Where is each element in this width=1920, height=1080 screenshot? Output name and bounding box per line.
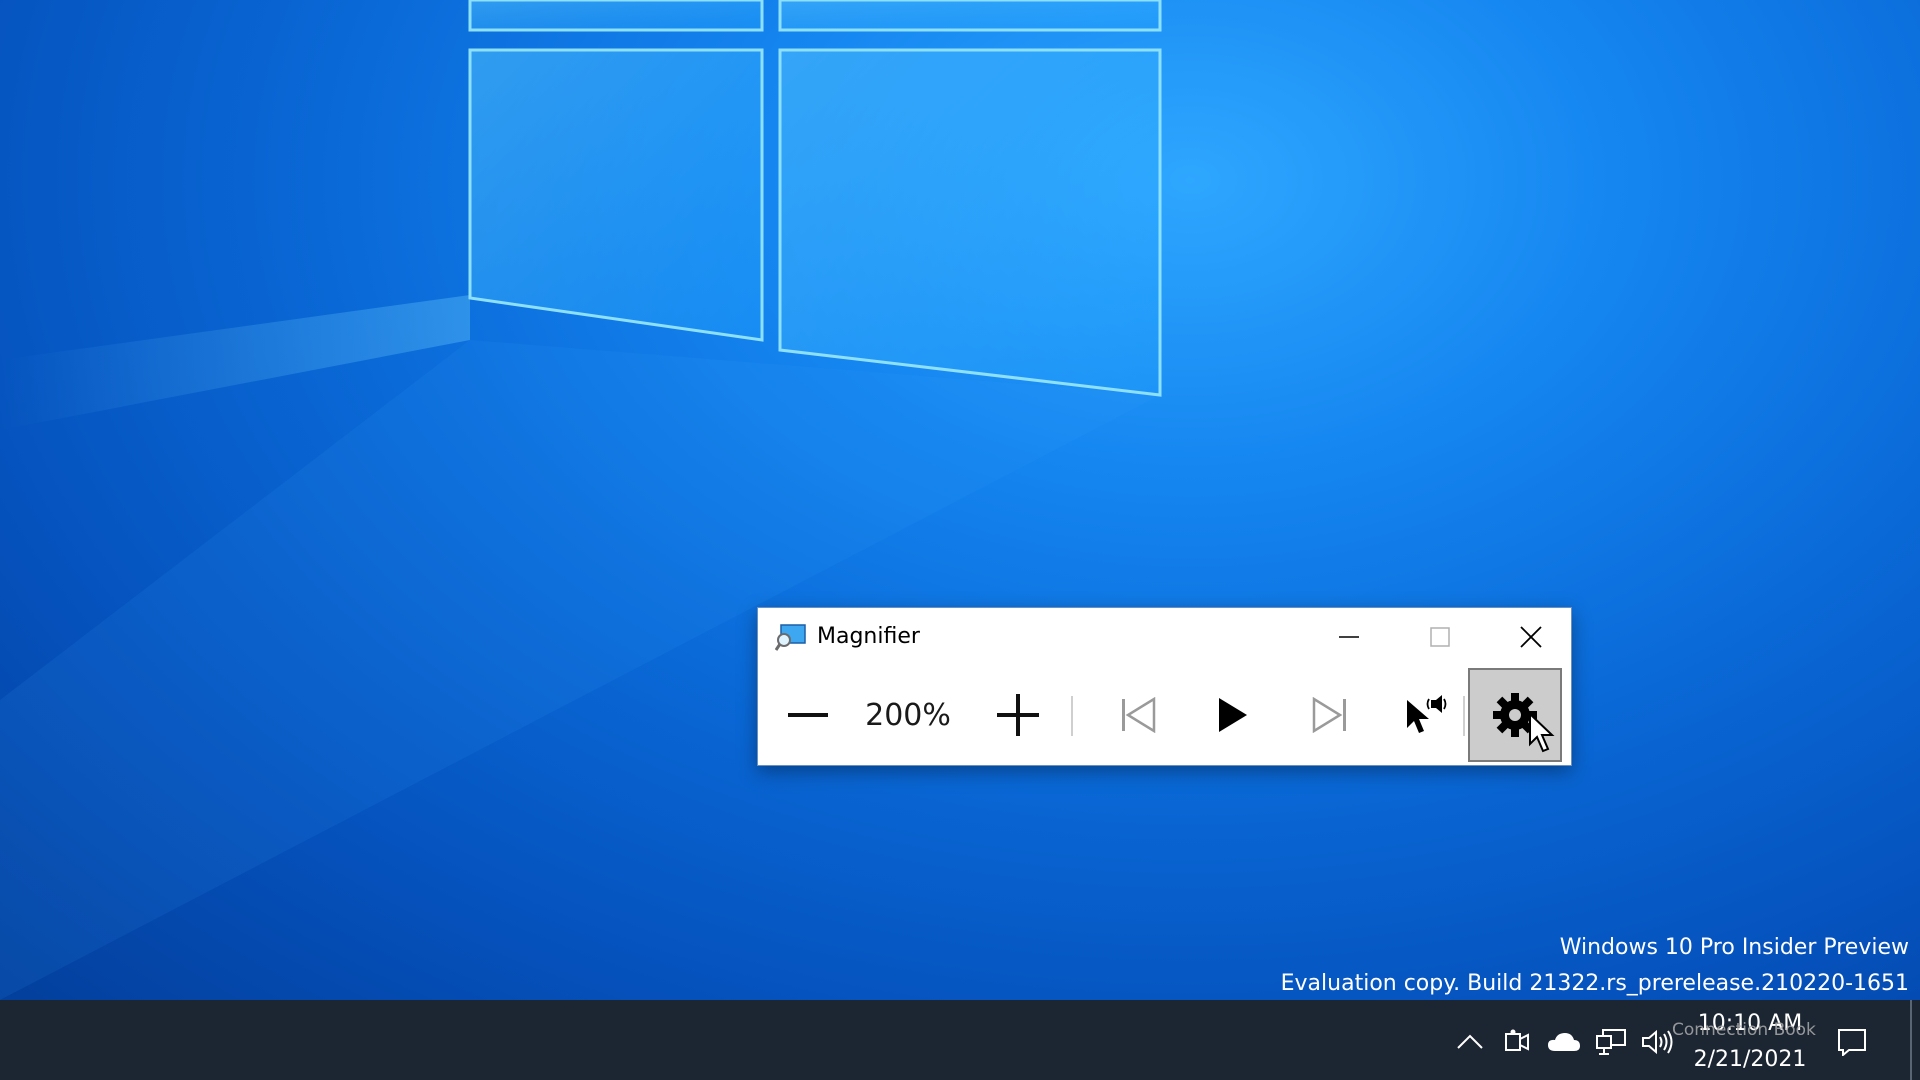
magnifier-titlebar[interactable]: Magnifier	[758, 608, 1571, 666]
zoom-level: 200%	[865, 697, 951, 733]
watermark-edition: Windows 10 Pro Insider Preview	[1559, 935, 1909, 960]
close-button[interactable]	[1489, 608, 1573, 666]
magnifier-window: Magnifier 200%	[757, 607, 1572, 766]
meet-now-button[interactable]	[1497, 1022, 1537, 1062]
magnifier-app-icon	[775, 624, 806, 651]
maximize-icon	[1430, 627, 1450, 647]
meet-now-icon	[1505, 1029, 1529, 1051]
pointer-speaker-icon	[1406, 695, 1446, 733]
minimize-button[interactable]	[1307, 608, 1391, 666]
toolbar-separator	[1463, 696, 1465, 736]
onedrive-button[interactable]	[1544, 1022, 1584, 1062]
zoom-out-button[interactable]	[773, 674, 843, 756]
evaluation-watermark: Windows 10 Pro Insider Preview Evaluatio…	[1281, 930, 1909, 1000]
volume-icon	[1642, 1029, 1673, 1055]
watermark-build: Evaluation copy. Build 21322.rs_prerelea…	[1280, 971, 1909, 996]
minus-icon	[788, 713, 828, 717]
next-paragraph-button[interactable]	[1295, 674, 1365, 756]
taskbar: 10:10 AM 2/21/2021	[0, 1000, 1920, 1080]
skip-next-icon	[1312, 697, 1346, 733]
clock-date: 2/21/2021	[1693, 1047, 1807, 1072]
desktop: Windows 10 Pro Insider Preview Evaluatio…	[0, 0, 1920, 1000]
read-from-pointer-button[interactable]	[1388, 674, 1463, 756]
windows-logo-wallpaper	[0, 0, 1162, 1000]
magnifier-toolbar: 200%	[758, 666, 1571, 765]
maximize-button[interactable]	[1398, 608, 1482, 666]
zoom-in-button[interactable]	[983, 674, 1053, 756]
close-icon	[1520, 626, 1542, 648]
toolbar-separator	[1071, 696, 1073, 736]
network-button[interactable]	[1591, 1022, 1631, 1062]
skip-previous-icon	[1122, 697, 1156, 733]
play-button[interactable]	[1198, 674, 1268, 756]
show-hidden-icons-button[interactable]	[1450, 1022, 1490, 1062]
plus-icon	[997, 694, 1039, 736]
minimize-icon	[1339, 636, 1359, 638]
window-title: Magnifier	[817, 624, 920, 649]
taskbar-clock[interactable]: 10:10 AM 2/21/2021	[1685, 1006, 1815, 1078]
show-desktop-button[interactable]	[1910, 1000, 1912, 1080]
mouse-cursor-icon	[1529, 712, 1555, 753]
action-center-button[interactable]	[1832, 1022, 1872, 1062]
overlay-watermark: Connection Book	[1672, 1020, 1816, 1040]
chevron-up-icon	[1457, 1034, 1483, 1049]
play-icon	[1219, 698, 1247, 732]
action-center-icon	[1838, 1029, 1866, 1056]
previous-paragraph-button[interactable]	[1103, 674, 1173, 756]
onedrive-cloud-icon	[1548, 1033, 1580, 1051]
network-icon	[1596, 1029, 1626, 1055]
